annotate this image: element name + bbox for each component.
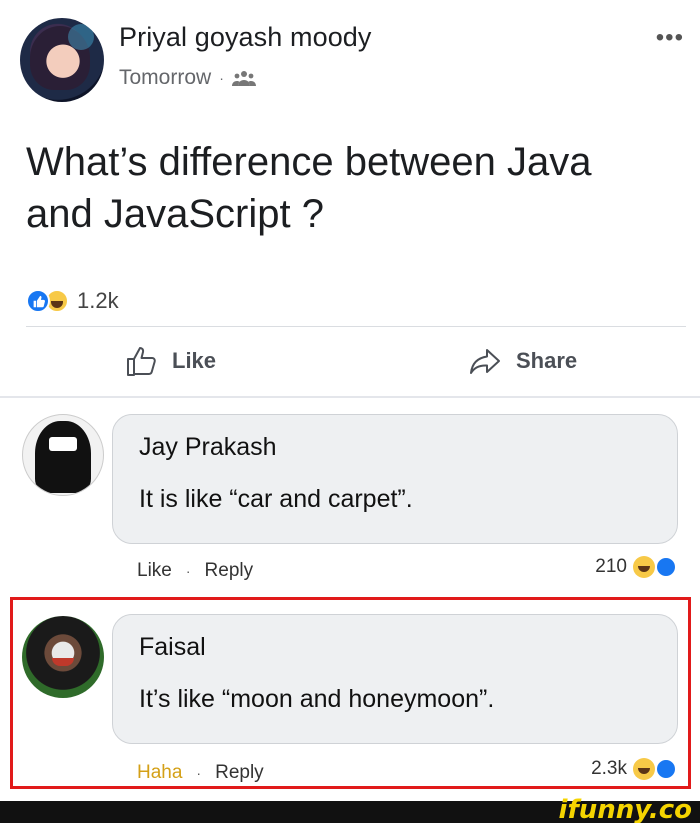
haha-reaction-icon bbox=[633, 556, 655, 578]
highlight-box bbox=[10, 597, 691, 789]
comment-like-link[interactable]: Like bbox=[137, 560, 172, 582]
comment-reply-link[interactable]: Reply bbox=[205, 560, 254, 582]
post-author-name[interactable]: Priyal goyash moody bbox=[119, 22, 372, 53]
like-reaction-icon bbox=[655, 556, 677, 578]
post-action-bar: Like Share bbox=[0, 336, 700, 388]
like-reaction-icon bbox=[26, 289, 50, 313]
audience-icon bbox=[231, 68, 256, 88]
watermark-bar: ifunny.co bbox=[0, 795, 700, 823]
like-button[interactable]: Like bbox=[124, 344, 216, 378]
post-text-line-2: and JavaScript ? bbox=[26, 192, 324, 236]
ifunny-watermark: ifunny.co bbox=[558, 795, 692, 823]
avatar-mask bbox=[49, 437, 77, 451]
footer-separator: · bbox=[185, 563, 191, 579]
like-button-label: Like bbox=[172, 348, 217, 373]
post-text: What’s difference between Java and JavaS… bbox=[26, 136, 676, 240]
share-arrow-icon bbox=[470, 349, 500, 374]
share-button-label: Share bbox=[516, 348, 578, 373]
commenter-avatar[interactable] bbox=[22, 414, 104, 496]
comment-item: Jay Prakash It is like “car and carpet”.… bbox=[0, 398, 700, 588]
share-button[interactable]: Share bbox=[468, 344, 577, 378]
reaction-count[interactable]: 1.2k bbox=[77, 288, 119, 314]
comment-text: It is like “car and carpet”. bbox=[139, 485, 413, 513]
post-text-line-1: What’s difference between Java bbox=[26, 140, 592, 184]
post-header: Priyal goyash moody Tomorrow · ••• bbox=[20, 18, 690, 108]
comment-reactions[interactable]: 210 bbox=[595, 556, 677, 578]
author-avatar[interactable] bbox=[20, 18, 104, 102]
avatar-glow bbox=[68, 24, 94, 50]
meta-separator: · bbox=[219, 70, 224, 86]
thumbs-up-icon bbox=[127, 347, 156, 376]
comment-footer: Like · Reply 210 bbox=[137, 556, 677, 586]
more-options-icon[interactable]: ••• bbox=[656, 24, 684, 52]
avatar-hood bbox=[35, 421, 91, 493]
commenter-name[interactable]: Jay Prakash bbox=[139, 433, 277, 462]
divider bbox=[26, 326, 686, 327]
comment-reaction-count: 210 bbox=[595, 556, 627, 577]
comment-bubble: Jay Prakash It is like “car and carpet”. bbox=[112, 414, 678, 544]
post-timestamp[interactable]: Tomorrow bbox=[119, 66, 211, 90]
post-reactions[interactable]: 1.2k bbox=[26, 288, 119, 314]
post-meta: Tomorrow · bbox=[119, 66, 256, 90]
